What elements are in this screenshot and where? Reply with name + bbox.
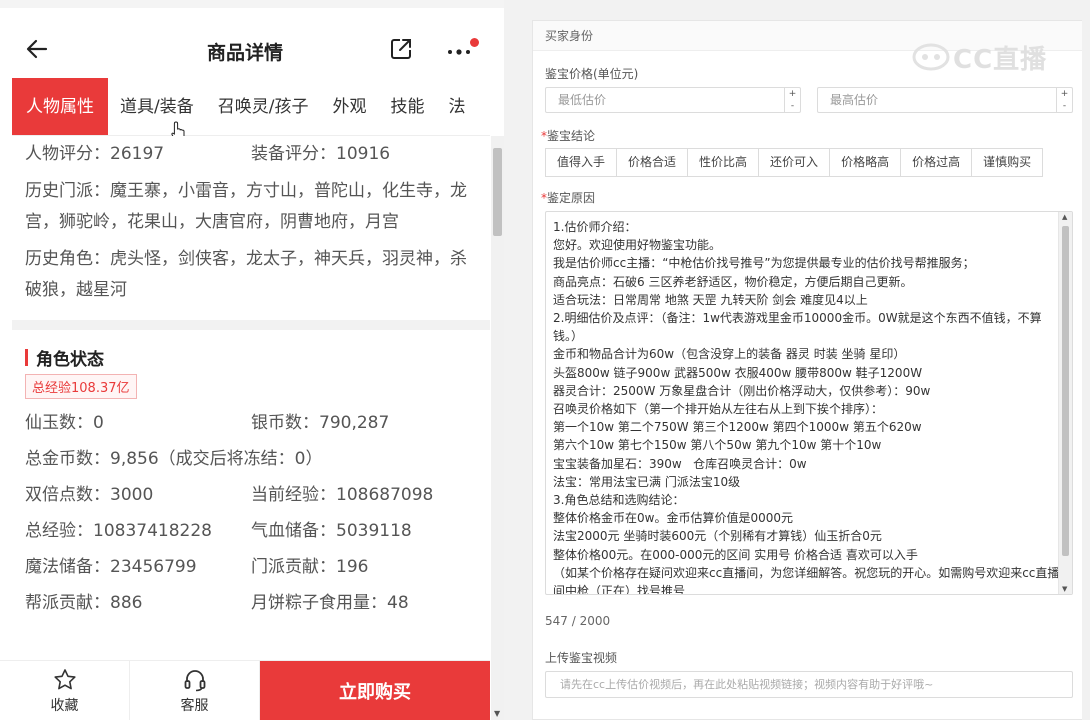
history-school: 历史门派：魔王寨，小雷音，方寸山，普陀山，化生寺，龙宫，狮驼岭，花果山，大唐官府… <box>25 181 467 232</box>
category-tabs: 人物属性 道具/装备 召唤灵/孩子 外观 技能 法 <box>12 78 490 136</box>
headset-icon <box>184 669 205 691</box>
status-value: 门派贡献：196 <box>251 557 369 577</box>
status-value: 双倍点数：3000 <box>25 485 154 505</box>
bottom-action-bar: 收藏 客服 立即购买 <box>0 660 490 720</box>
reason-text: 1.估价师介绍： 您好。欢迎使用好物鉴宝功能。 我是估价师cc主播：“中枪估价找… <box>553 220 1060 595</box>
watermark-logo-icon <box>912 43 950 71</box>
status-value: 银币数：790,287 <box>251 413 390 433</box>
status-value: 当前经验：108687098 <box>251 485 434 505</box>
share-icon[interactable] <box>388 36 414 62</box>
scroll-content: 人物评分：26197 装备评分：10916 历史门派：魔王寨，小雷音，方寸山，普… <box>12 136 490 660</box>
status-value: 气血储备：5039118 <box>251 521 412 541</box>
status-row: 魔法储备：23456799 门派贡献：196 <box>25 549 477 585</box>
reason-textarea[interactable]: 1.估价师介绍： 您好。欢迎使用好物鉴宝功能。 我是估价师cc主播：“中枪估价找… <box>545 211 1073 595</box>
status-row: 仙玉数：0 银币数：790,287 <box>25 405 477 441</box>
price-label: 鉴宝价格(单位元) <box>545 67 639 81</box>
tab-items[interactable]: 道具/装备 <box>108 78 206 135</box>
status-badge: 总经验108.37亿 <box>25 374 137 399</box>
star-icon <box>53 668 76 689</box>
video-label: 上传鉴宝视频 <box>545 651 618 665</box>
favorite-button[interactable]: 收藏 <box>0 661 130 720</box>
page-title: 商品详情 <box>206 42 283 64</box>
max-price-input[interactable]: 最高估价 + - <box>817 87 1073 113</box>
app-header: 商品详情 <box>0 8 490 78</box>
conclusion-good-value[interactable]: 性价比高 <box>687 148 760 177</box>
status-value: 月饼粽子食用量：48 <box>251 593 409 613</box>
conclusion-fair-price[interactable]: 价格合适 <box>616 148 689 177</box>
product-detail-panel: 商品详情 人物属性 道具/装备 召唤灵/孩子 外观 技能 法 人物评分：2619… <box>0 0 504 720</box>
tab-skills[interactable]: 技能 <box>378 78 436 135</box>
conclusion-caution[interactable]: 谨慎购买 <box>971 148 1044 177</box>
status-value: 总经验：10837418228 <box>25 521 212 541</box>
watermark-text: CC直播 <box>953 45 1048 75</box>
status-value: 魔法储备：23456799 <box>25 557 197 577</box>
status-value: 仙玉数：0 <box>25 413 104 433</box>
max-price-stepper[interactable]: + - <box>1056 88 1072 112</box>
conclusion-slightly-high[interactable]: 价格略高 <box>829 148 902 177</box>
conclusion-too-high[interactable]: 价格过高 <box>900 148 973 177</box>
notification-dot <box>470 38 479 47</box>
status-value: 总金币数：9,856（成交后将冻结：0） <box>25 449 323 469</box>
status-row: 总金币数：9,856（成交后将冻结：0） <box>25 441 477 477</box>
status-row: 总经验：10837418228 气血储备：5039118 <box>25 513 477 549</box>
screen: 商品详情 人物属性 道具/装备 召唤灵/孩子 外观 技能 法 人物评分：2619… <box>0 0 1090 720</box>
conclusion-options: 值得入手 价格合适 性价比高 还价可入 价格略高 价格过高 谨慎购买 <box>545 148 1044 177</box>
reason-label: *鉴定原因 <box>541 191 596 205</box>
appraisal-form-panel: 买家身份 CC直播 鉴宝价格(单位元) 最低估价 + - 最高估价 + - *鉴宝结… <box>532 20 1086 720</box>
customer-service-button[interactable]: 客服 <box>130 661 260 720</box>
reason-scrollbar[interactable]: ▲ ▼ <box>1058 212 1072 594</box>
status-row: 双倍点数：3000 当前经验：108687098 <box>25 477 477 513</box>
conclusion-bargain[interactable]: 还价可入 <box>758 148 831 177</box>
person-score: 人物评分：26197 <box>25 144 165 164</box>
buy-now-button[interactable]: 立即购买 <box>260 661 490 720</box>
status-rows: 仙玉数：0 银币数：790,287 总金币数：9,856（成交后将冻结：0） 双倍点数… <box>25 405 477 621</box>
history-role: 历史角色：虎头怪，剑侠客，龙太子，神天兵，羽灵神，杀破狼，越星河 <box>25 249 467 300</box>
status-section-title: 角色状态 <box>25 330 477 370</box>
page-scrollbar[interactable] <box>1082 20 1090 720</box>
status-value: 帮派贡献：886 <box>25 593 143 613</box>
video-link-input[interactable]: 请先在cc上传估价视频后，再在此处粘贴视频链接；视频内容有助于好评哦~ <box>545 671 1073 698</box>
conclusion-label: *鉴宝结论 <box>541 129 596 143</box>
min-price-input[interactable]: 最低估价 + - <box>545 87 801 113</box>
char-count: 547 / 2000 <box>545 614 611 628</box>
equip-score: 装备评分：10916 <box>251 144 391 164</box>
conclusion-worth-buying[interactable]: 值得入手 <box>545 148 618 177</box>
tab-character[interactable]: 人物属性 <box>12 78 108 135</box>
left-scrollbar[interactable]: ▼ <box>491 136 504 720</box>
status-row: 帮派贡献：886 月饼粽子食用量：48 <box>25 585 477 621</box>
attributes-card: 人物评分：26197 装备评分：10916 历史门派：魔王寨，小雷音，方寸山，普… <box>12 136 490 621</box>
tab-magic[interactable]: 法 <box>436 78 477 135</box>
tab-appearance[interactable]: 外观 <box>320 78 378 135</box>
min-price-stepper[interactable]: + - <box>784 88 800 112</box>
tab-summons[interactable]: 召唤灵/孩子 <box>206 78 321 135</box>
